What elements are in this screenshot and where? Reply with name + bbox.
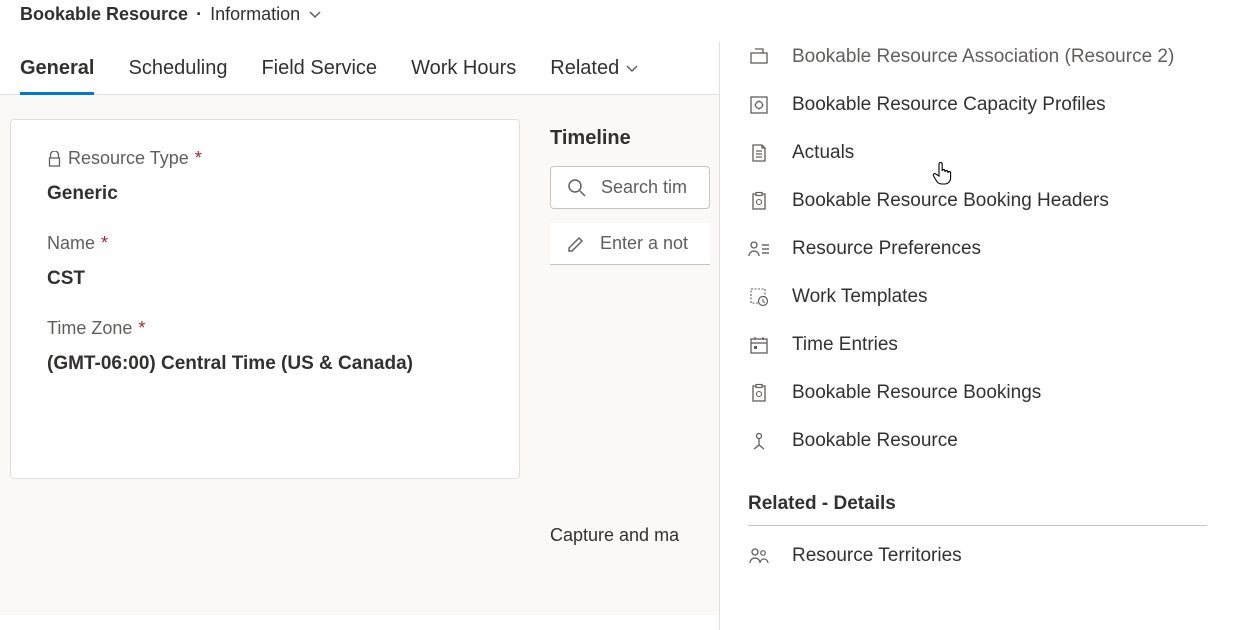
timeline-search[interactable]: Search tim (550, 166, 710, 209)
menu-item-bookings[interactable]: Bookable Resource Bookings (720, 369, 1235, 417)
general-card: Resource Type * Generic Name * CST Time Zo… (10, 119, 520, 479)
tab-work-hours[interactable]: Work Hours (411, 57, 516, 94)
field-name: Name * CST (47, 233, 483, 290)
field-value[interactable]: CST (47, 268, 483, 290)
required-marker: * (101, 233, 108, 254)
menu-label: Bookable Resource Booking Headers (792, 190, 1109, 212)
menu-item-resource-preferences[interactable]: Resource Preferences (720, 225, 1235, 273)
capacity-icon (748, 94, 770, 116)
menu-label: Bookable Resource Bookings (792, 382, 1041, 404)
menu-label: Bookable Resource Capacity Profiles (792, 94, 1106, 116)
breadcrumb[interactable]: Bookable Resource · Information (20, 4, 1215, 25)
search-icon (567, 178, 587, 198)
people-icon (748, 545, 770, 567)
field-resource-type: Resource Type * Generic (47, 148, 483, 205)
menu-item-actuals[interactable]: Actuals (720, 129, 1235, 177)
timeline-note-input[interactable]: Enter a not (550, 223, 710, 265)
entity-name: Bookable Resource (20, 4, 188, 25)
menu-label: Time Entries (792, 334, 898, 356)
chevron-down-icon (308, 8, 322, 22)
template-clock-icon (748, 286, 770, 308)
menu-label: Work Templates (792, 286, 928, 308)
tab-related[interactable]: Related (550, 57, 639, 94)
related-menu: Bookable Resource Association (Resource … (719, 42, 1235, 630)
tab-label: General (20, 57, 94, 80)
label-text: Resource Type (68, 148, 189, 169)
label-text: Time Zone (47, 318, 132, 339)
separator: · (196, 4, 202, 25)
document-icon (748, 142, 770, 164)
calendar-icon (748, 334, 770, 356)
clipboard-gear-icon (748, 190, 770, 212)
menu-item-booking-headers[interactable]: Bookable Resource Booking Headers (720, 177, 1235, 225)
tab-label: Scheduling (128, 57, 227, 80)
form-name: Information (210, 4, 300, 25)
field-label: Name * (47, 233, 483, 254)
tab-label: Work Hours (411, 57, 516, 80)
menu-item-resource-territories[interactable]: Resource Territories (720, 532, 1235, 580)
menu-item-truncated[interactable]: Bookable Resource Association (Resource … (720, 42, 1235, 81)
person-pin-icon (748, 430, 770, 452)
menu-label: Bookable Resource (792, 430, 958, 452)
field-value[interactable]: (GMT-06:00) Central Time (US & Canada) (47, 353, 483, 375)
menu-label: Resource Territories (792, 545, 962, 567)
menu-item-bookable-resource[interactable]: Bookable Resource (720, 417, 1235, 465)
tab-scheduling[interactable]: Scheduling (128, 57, 227, 94)
tab-field-service[interactable]: Field Service (261, 57, 377, 94)
lock-icon (47, 151, 62, 167)
required-marker: * (195, 148, 202, 169)
note-placeholder: Enter a not (600, 233, 688, 254)
field-value[interactable]: Generic (47, 183, 483, 205)
menu-item-capacity-profiles[interactable]: Bookable Resource Capacity Profiles (720, 81, 1235, 129)
menu-label: Bookable Resource Association (Resource … (792, 46, 1174, 68)
field-timezone: Time Zone * (GMT-06:00) Central Time (US … (47, 318, 483, 375)
field-label: Time Zone * (47, 318, 483, 339)
menu-item-time-entries[interactable]: Time Entries (720, 321, 1235, 369)
menu-item-work-templates[interactable]: Work Templates (720, 273, 1235, 321)
association-icon (748, 46, 770, 68)
label-text: Name (47, 233, 95, 254)
pencil-icon (566, 234, 586, 254)
person-list-icon (748, 238, 770, 260)
menu-section-header: Related - Details (748, 471, 1207, 526)
menu-label: Resource Preferences (792, 238, 981, 260)
tab-general[interactable]: General (20, 57, 94, 94)
field-label: Resource Type * (47, 148, 483, 169)
tab-label: Field Service (261, 57, 377, 80)
search-placeholder: Search tim (601, 177, 687, 198)
required-marker: * (138, 318, 145, 339)
menu-label: Actuals (792, 142, 854, 164)
clipboard-gear-icon (748, 382, 770, 404)
chevron-down-icon (625, 62, 639, 76)
tab-label: Related (550, 57, 619, 80)
